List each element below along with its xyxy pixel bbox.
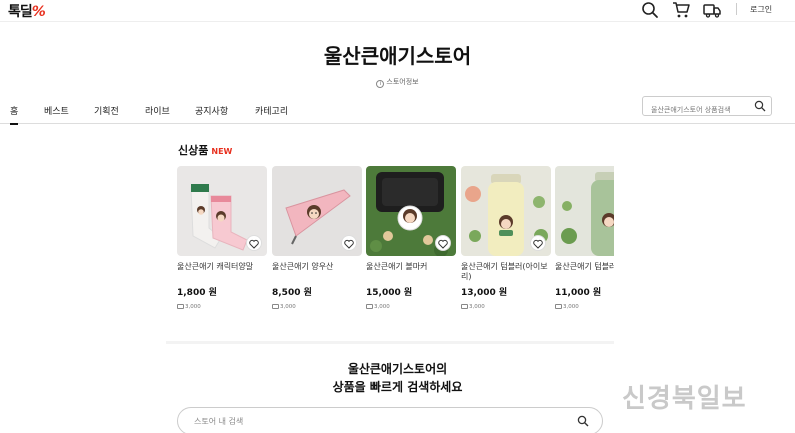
cart-icon[interactable]: [672, 1, 690, 19]
search-icon[interactable]: [754, 100, 766, 112]
shipping-fee-value: 3,000: [469, 304, 485, 310]
login-link[interactable]: 로그인: [750, 4, 772, 15]
header-divider: [736, 3, 737, 15]
store-search-input[interactable]: [643, 101, 751, 119]
shipping-fee: 3,000: [272, 304, 362, 310]
tab-live[interactable]: 라이브: [145, 104, 170, 117]
product-name[interactable]: 울산큰애기 캐릭터양말: [177, 262, 267, 282]
global-header: 톡딜% 로그인: [0, 0, 795, 22]
store-title: 울산큰애기스토어: [323, 44, 472, 68]
shipping-fee-value: 3,000: [280, 304, 296, 310]
product-price: 13,000 원: [461, 288, 508, 298]
tab-home[interactable]: 홈: [10, 104, 19, 125]
wishlist-heart-icon[interactable]: [530, 235, 546, 251]
delivery-truck-icon[interactable]: [703, 1, 721, 19]
tab-exhibition[interactable]: 기획전: [94, 104, 119, 117]
product-image[interactable]: [366, 166, 456, 256]
shipping-fee: 3,000: [461, 304, 551, 310]
product-card[interactable]: 울산큰애기 양우산 8,500 원 3,000: [272, 166, 362, 310]
shipping-truck-icon: [272, 304, 279, 309]
shipping-fee-value: 3,000: [563, 304, 579, 310]
in-store-search-input[interactable]: [178, 408, 558, 433]
new-badge: NEW: [211, 147, 233, 156]
product-card[interactable]: 울산큰애기 텀블러(아이보리) 13,000 원 3,000: [461, 166, 551, 310]
wishlist-heart-icon[interactable]: [246, 235, 262, 251]
shipping-truck-icon: [366, 304, 373, 309]
shipping-truck-icon: [177, 304, 184, 309]
product-image[interactable]: [555, 166, 614, 256]
product-price: 1,800 원: [177, 288, 217, 298]
product-card[interactable]: 울산큰애기 캐릭터양말 1,800 원 3,000: [177, 166, 267, 310]
search-icon[interactable]: [641, 1, 659, 19]
product-card[interactable]: 울산큰애기 볼마커 15,000 원 3,000: [366, 166, 456, 310]
new-products-title: 신상품 NEW: [178, 142, 232, 158]
shipping-fee: 3,000: [177, 304, 267, 310]
shipping-fee-value: 3,000: [374, 304, 390, 310]
product-price: 15,000 원: [366, 288, 413, 298]
product-image[interactable]: [177, 166, 267, 256]
wishlist-heart-icon[interactable]: [435, 235, 451, 251]
newspaper-watermark: 신경북일보: [622, 384, 747, 414]
product-name[interactable]: 울산큰애기 텀블러(아이보리): [461, 262, 551, 282]
shipping-fee: 3,000: [555, 304, 614, 310]
new-products-carousel[interactable]: 울산큰애기 캐릭터양말 1,800 원 3,000 울산큰애기 양우산 8,50…: [177, 166, 614, 326]
shipping-truck-icon: [461, 304, 468, 309]
wishlist-heart-icon[interactable]: [341, 235, 357, 251]
tab-best[interactable]: 베스트: [44, 104, 69, 117]
product-price: 8,500 원: [272, 288, 312, 298]
store-info-link[interactable]: i 스토어정보: [0, 77, 795, 88]
product-name[interactable]: 울산큰애기 양우산: [272, 262, 362, 282]
shipping-fee-value: 3,000: [185, 304, 201, 310]
section-title-text: 신상품: [178, 144, 209, 157]
search-prompt-line1: 울산큰애기스토어의: [347, 362, 448, 376]
product-image[interactable]: [272, 166, 362, 256]
search-icon[interactable]: [577, 415, 589, 427]
shipping-fee: 3,000: [366, 304, 456, 310]
info-icon: i: [376, 80, 385, 88]
product-name[interactable]: 울산큰애기 텀블러(그린): [555, 262, 614, 282]
tab-category[interactable]: 카테고리: [255, 104, 288, 117]
product-price: 11,000 원: [555, 288, 602, 298]
in-store-search-box: [177, 407, 603, 433]
brand-logo[interactable]: 톡딜%: [8, 1, 46, 21]
store-info-label: 스토어정보: [386, 78, 419, 86]
product-card[interactable]: 울산큰애기 텀블러(그린) 11,000 원 3,000: [555, 166, 614, 310]
product-name[interactable]: 울산큰애기 볼마커: [366, 262, 456, 282]
section-divider: [166, 341, 614, 344]
logo-text: 톡딜: [8, 4, 33, 20]
tab-notice[interactable]: 공지사항: [195, 104, 228, 117]
shipping-truck-icon: [555, 304, 562, 309]
product-image[interactable]: [461, 166, 551, 256]
store-search-box: [642, 96, 772, 119]
logo-mark: %: [31, 4, 46, 20]
